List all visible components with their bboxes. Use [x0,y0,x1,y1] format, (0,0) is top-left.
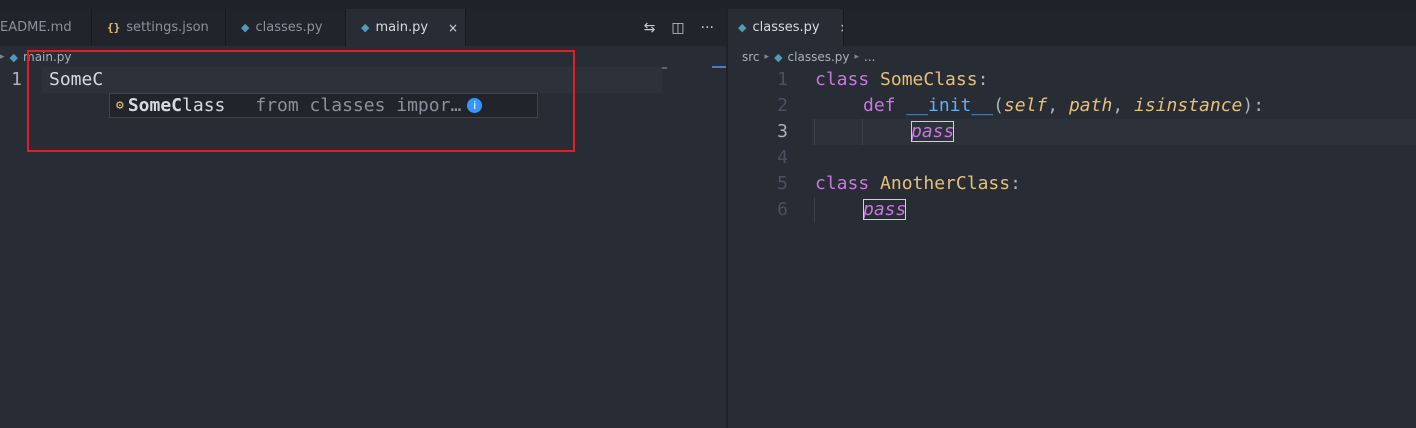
line-number: 1 [777,69,788,90]
breadcrumb-file[interactable]: classes.py [788,50,850,64]
tab-label: classes.py [255,20,323,35]
line-number: 1 [11,69,22,90]
param-isinstance: isinstance [1134,95,1243,116]
right-tab-bar: ◆ classes.py × [728,9,1416,46]
editor-actions: ⇆ ◫ ··· [644,9,726,46]
line-number: 6 [777,199,788,220]
punctuation: , [1047,95,1069,116]
close-icon[interactable]: × [840,21,843,35]
tab-settings-json[interactable]: {} settings.json [92,9,226,46]
python-icon: ◆ [361,21,370,34]
breadcrumb-folder[interactable]: src [742,50,760,64]
punctuation: , [1112,95,1134,116]
keyword-pass: pass [863,199,907,220]
annotation-highlight-box [27,50,575,152]
compare-changes-icon[interactable]: ⇆ [644,20,656,36]
keyword: class [815,173,870,194]
class-name: AnotherClass [880,173,1011,194]
function-name: __init__ [906,95,994,116]
code-line[interactable]: pass [911,119,955,145]
scrollbar-marker [712,66,726,68]
python-icon: ◆ [738,21,747,34]
code-line[interactable]: def __init__(self, path, isinstance): [863,93,1264,119]
code-line[interactable]: pass [863,197,907,223]
code-line[interactable]: class AnotherClass: [815,171,1021,197]
punctuation: ( [993,95,1004,116]
tab-label: EADME.md [0,20,72,35]
breadcrumb-right: src ▸ ◆ classes.py ▸ ... [742,47,875,67]
tab-main-py[interactable]: ◆ main.py × [346,9,466,46]
current-line-highlight [812,119,1416,145]
param-path: path [1068,95,1113,116]
class-name: SomeClass [880,69,978,90]
tab-label: main.py [375,20,429,35]
line-number: 3 [777,121,788,142]
editor-group-divider[interactable] [726,9,728,428]
chevron-right-icon: ▸ [0,52,5,62]
line-number: 5 [777,173,788,194]
indent-guide [862,119,863,145]
keyword: class [815,69,870,90]
tab-classes-py-right[interactable]: ◆ classes.py × [728,9,844,46]
title-strip [0,0,1416,9]
line-number: 2 [777,95,788,116]
indent-guide [814,197,815,223]
json-icon: {} [107,21,121,34]
more-actions-icon[interactable]: ··· [701,20,714,36]
param-self: self [1003,95,1048,116]
close-icon[interactable]: × [448,21,458,35]
python-icon: ◆ [9,50,18,64]
breadcrumb-ellipsis[interactable]: ... [864,50,875,64]
line-number: 4 [777,147,788,168]
tab-label: classes.py [752,20,820,35]
tab-classes-py[interactable]: ◆ classes.py [226,9,346,46]
chevron-right-icon: ▸ [764,52,770,62]
code-line[interactable]: class SomeClass: [815,67,988,93]
indent-guide [814,119,815,145]
chevron-right-icon: ▸ [854,52,860,62]
tab-readme[interactable]: EADME.md [0,9,92,46]
keyword-pass: pass [911,121,955,142]
punctuation: : [977,69,989,90]
python-icon: ◆ [774,50,783,64]
python-icon: ◆ [241,21,250,34]
keyword: def [863,95,896,116]
punctuation: ): [1242,95,1265,116]
tab-label: settings.json [126,20,209,35]
left-tab-bar: EADME.md {} settings.json ◆ classes.py ◆… [0,9,726,46]
split-editor-icon[interactable]: ◫ [671,20,684,36]
overview-ruler-marker [662,67,667,69]
punctuation: : [1010,173,1021,194]
